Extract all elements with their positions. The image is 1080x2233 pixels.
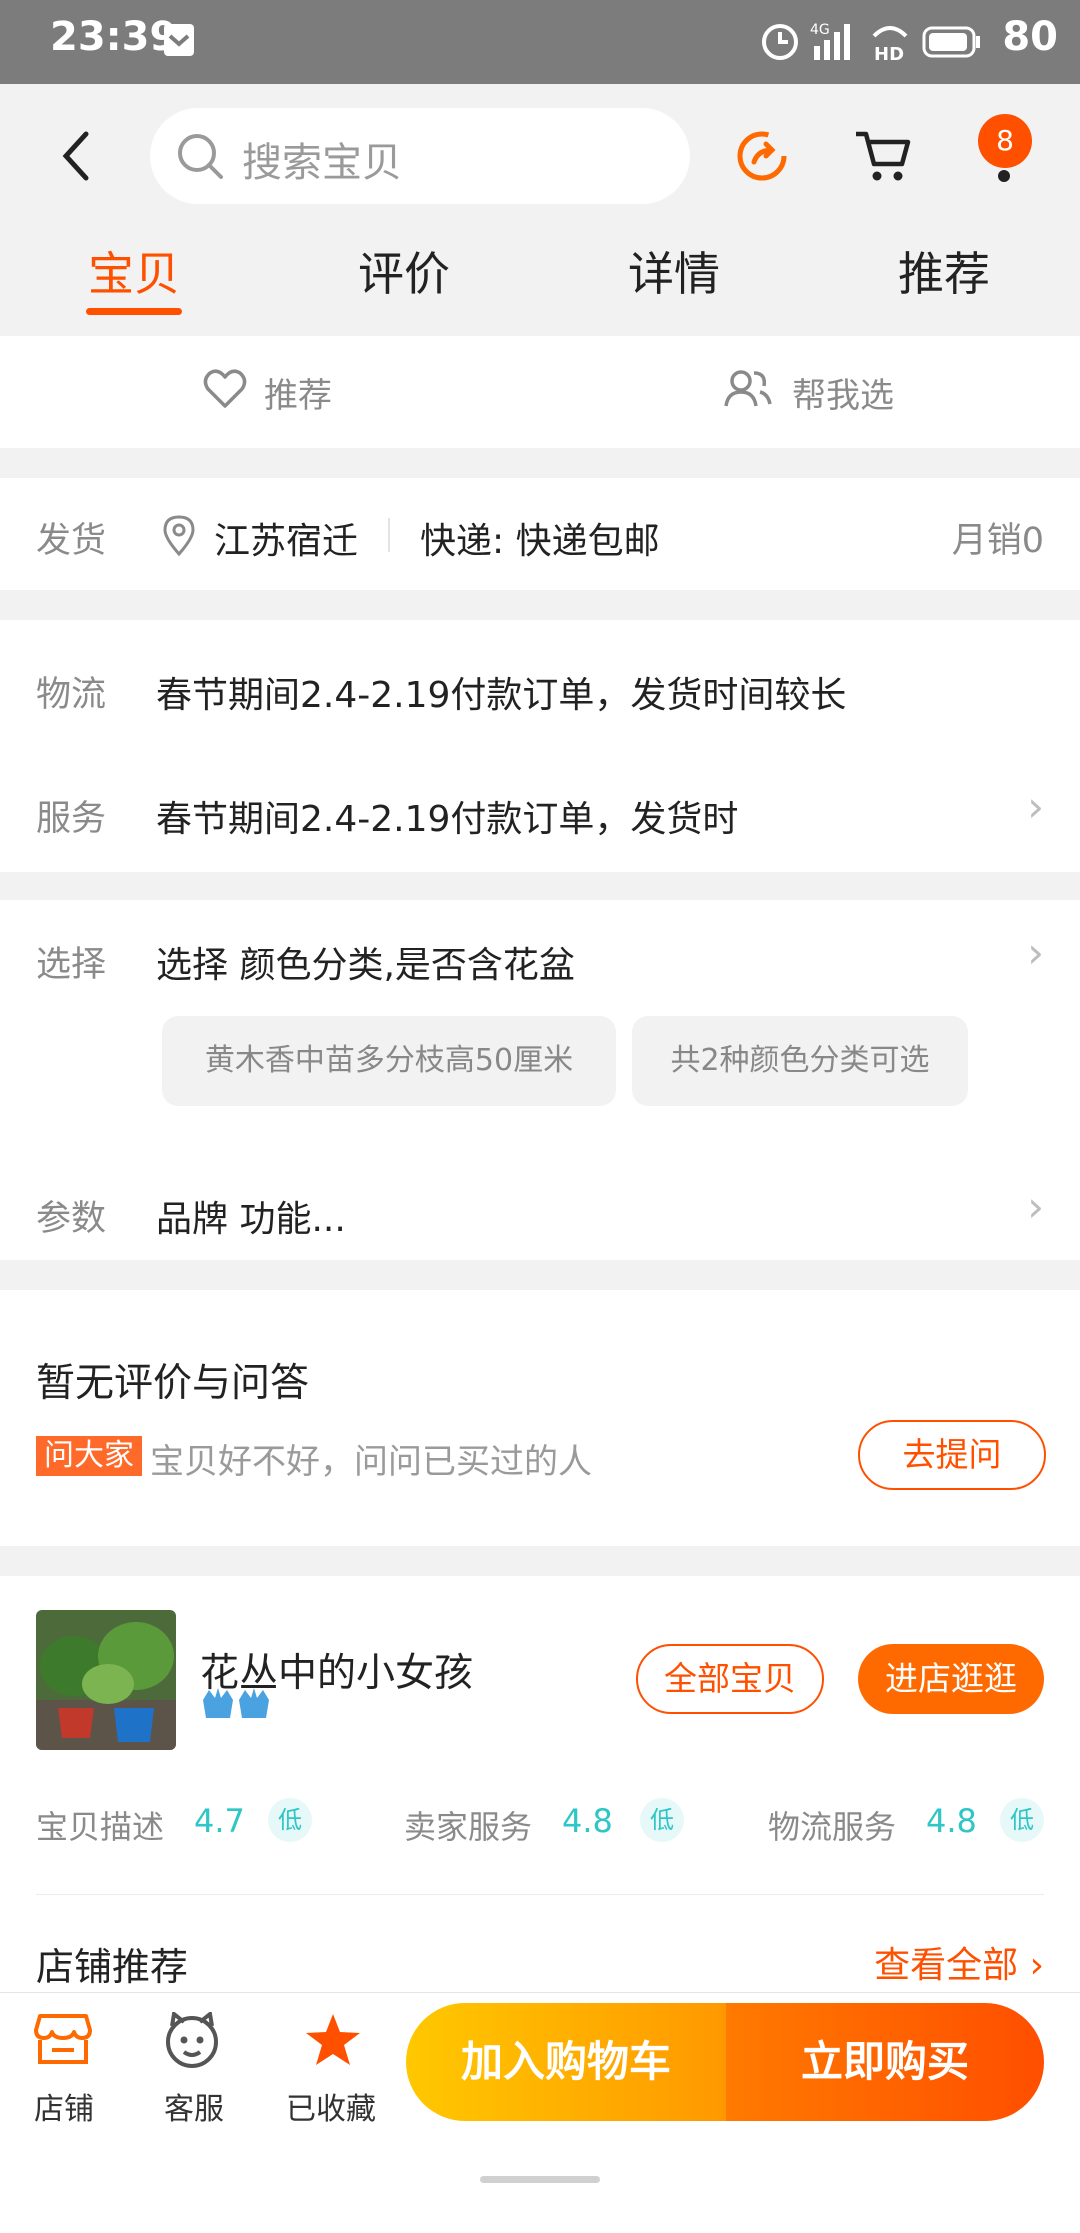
score-label: 物流服务 (768, 1808, 897, 1846)
people-icon (724, 368, 772, 414)
service-text: 春节期间2.4-2.19付款订单，发货时 (156, 799, 739, 840)
tab-baobei[interactable]: 宝贝 (88, 238, 180, 304)
chevron-right-icon: › (1018, 1945, 1044, 1986)
quick-actions: 推荐 帮我选 (0, 336, 1080, 448)
score-level: 低 (1000, 1798, 1044, 1842)
shipping-row: 发货 江苏宿迁 快递: 快递包邮 月销0 (0, 478, 1080, 590)
tab-details[interactable]: 详情 (628, 238, 720, 304)
select-text: 选择 颜色分类,是否含花盆 (156, 945, 575, 986)
help-choose-label: 帮我选 (792, 376, 894, 416)
view-all-label: 查看全部 (874, 1945, 1019, 1986)
add-to-cart-button[interactable]: 加入购物车 (406, 2003, 726, 2121)
status-bar: 23:39 4G HD 80 (0, 0, 1080, 84)
status-time: 23:39 (50, 14, 178, 60)
heart-icon (202, 368, 248, 414)
divider (36, 1894, 1044, 1895)
score-label: 卖家服务 (404, 1808, 533, 1846)
hd-wifi-icon: HD (870, 20, 910, 68)
select-label: 选择 (36, 945, 107, 985)
home-indicator[interactable] (480, 2176, 600, 2183)
params-text: 品牌 功能... (156, 1199, 346, 1240)
logistics-service-section: 物流 春节期间2.4-2.19付款订单，发货时间较长 服务 春节期间2.4-2.… (0, 620, 1080, 872)
params-label: 参数 (36, 1199, 107, 1239)
alarm-icon (760, 18, 800, 66)
tab-reviews[interactable]: 评价 (358, 238, 450, 304)
cart-icon[interactable] (852, 126, 912, 188)
buy-now-button[interactable]: 立即购买 (726, 2003, 1044, 2121)
message-badge: 8 (978, 114, 1032, 168)
chevron-right-icon: › (1027, 928, 1044, 977)
chevron-right-icon: › (1027, 782, 1044, 831)
score-value: 4.7 (194, 1802, 245, 1840)
star-icon (304, 2012, 362, 2072)
customer-service-label: 客服 (164, 2092, 224, 2127)
crown-icon (200, 1686, 272, 1726)
qa-tag: 问大家 (36, 1436, 142, 1476)
service-row[interactable]: 服务 春节期间2.4-2.19付款订单，发货时 › (0, 760, 1080, 860)
shipping-express: 快递: 快递包邮 (420, 521, 660, 562)
back-icon[interactable] (56, 128, 96, 188)
qa-title: 暂无评价与问答 (36, 1361, 310, 1406)
divider (388, 518, 390, 552)
qa-hint: 宝贝好不好，问问已买过的人 (150, 1442, 592, 1482)
chevron-right-icon: › (1027, 1182, 1044, 1231)
network-label: 4G (810, 22, 830, 38)
more-menu-icon[interactable] (996, 168, 1012, 188)
variant-count-chip[interactable]: 共2种颜色分类可选 (632, 1016, 968, 1106)
share-icon[interactable] (734, 128, 790, 188)
score-value: 4.8 (926, 1802, 977, 1840)
recommend-label: 推荐 (264, 376, 332, 416)
search-icon (176, 132, 226, 186)
logistics-text: 春节期间2.4-2.19付款订单，发货时间较长 (156, 675, 847, 716)
tab-recommend[interactable]: 推荐 (898, 238, 990, 304)
svg-text:HD: HD (874, 44, 904, 64)
shop-recommend-title: 店铺推荐 (36, 1945, 189, 1989)
shipping-location: 江苏宿迁 (214, 521, 359, 562)
view-all-link[interactable]: 查看全部 › (874, 1936, 1044, 1988)
ask-question-button[interactable]: 去提问 (858, 1420, 1046, 1490)
variant-chip[interactable]: 黄木香中苗多分枝高50厘米 (162, 1016, 616, 1106)
params-row[interactable]: 参数 品牌 功能... › (0, 1158, 1080, 1258)
score-value: 4.8 (562, 1802, 613, 1840)
search-input[interactable]: 搜索宝贝 (150, 108, 690, 204)
qa-section: 暂无评价与问答 问大家 宝贝好不好，问问已买过的人 去提问 (0, 1290, 1080, 1546)
signal-icon: 4G (810, 20, 860, 66)
shop-avatar[interactable] (36, 1610, 176, 1750)
mail-icon (162, 22, 196, 62)
service-label: 服务 (36, 799, 107, 839)
search-placeholder: 搜索宝贝 (242, 140, 402, 186)
all-items-button[interactable]: 全部宝贝 (636, 1644, 824, 1714)
shop-section: 花丛中的小女孩 全部宝贝 进店逛逛 宝贝描述 4.7 低 卖家服务 4.8 低 … (0, 1576, 1080, 1992)
select-row[interactable]: 选择 选择 颜色分类,是否含花盆 › (0, 900, 1080, 1000)
favorite-label: 已收藏 (286, 2092, 376, 2127)
active-tab-indicator (86, 308, 182, 315)
customer-service-icon (162, 2010, 222, 2072)
shop-nav-label: 店铺 (34, 2092, 94, 2127)
select-section: 选择 选择 颜色分类,是否含花盆 › 黄木香中苗多分枝高50厘米 共2种颜色分类… (0, 900, 1080, 1260)
location-pin-icon (162, 514, 196, 560)
battery-level: 80 (1002, 14, 1058, 60)
monthly-sales: 月销0 (951, 521, 1044, 561)
battery-icon (922, 26, 982, 62)
score-label: 宝贝描述 (36, 1808, 165, 1846)
logistics-label: 物流 (36, 675, 107, 715)
store-icon (34, 2012, 92, 2070)
score-level: 低 (268, 1798, 312, 1842)
score-level: 低 (640, 1798, 684, 1842)
enter-shop-button[interactable]: 进店逛逛 (858, 1644, 1044, 1714)
shipping-label: 发货 (36, 521, 107, 561)
